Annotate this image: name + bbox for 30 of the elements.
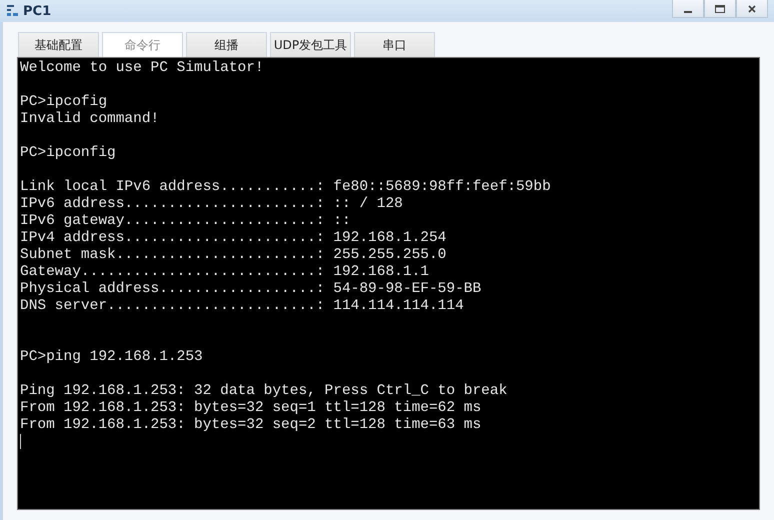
- terminal-line: Subnet mask.......................: 255.255.255.0: [20, 247, 448, 264]
- terminal-line: Gateway...........................: 192.168.1.1: [20, 264, 430, 281]
- maximize-icon: [714, 4, 726, 14]
- terminal-line: DNS server........................: 114.114.114.114: [20, 298, 465, 315]
- terminal-line: Welcome to use PC Simulator!: [20, 60, 265, 77]
- tab[interactable]: 命令行: [102, 32, 183, 57]
- terminal-line: Ping 192.168.1.253: 32 data bytes, Press Ctrl_C to break: [20, 383, 508, 400]
- terminal-line: Link local IPv6 address...........: fe80::5689:98ff:feef:59bb: [20, 179, 552, 196]
- tab[interactable]: UDP发包工具: [270, 32, 351, 57]
- terminal-line: PC>ipconfig: [20, 145, 117, 162]
- maximize-button[interactable]: [704, 0, 736, 18]
- tab[interactable]: 基础配置: [18, 32, 99, 57]
- text-cursor: [20, 434, 21, 449]
- terminal-line: IPv6 address......................: :: / 128: [20, 196, 404, 213]
- close-icon: [747, 4, 757, 14]
- terminal-line: Invalid command!: [20, 111, 160, 128]
- minimize-icon: [684, 10, 692, 12]
- terminal-line: IPv4 address......................: 192.168.1.254: [20, 230, 448, 247]
- tab[interactable]: 串口: [354, 32, 435, 57]
- close-button[interactable]: [736, 0, 768, 18]
- tab[interactable]: 组播: [186, 32, 267, 57]
- terminal-line: From 192.168.1.253: bytes=32 seq=2 ttl=128 time=63 ms: [20, 417, 482, 434]
- terminal-line: From 192.168.1.253: bytes=32 seq=1 ttl=128 time=62 ms: [20, 400, 482, 417]
- terminal-line: Physical address..................: 54-89-98-EF-59-BB: [20, 281, 482, 298]
- terminal-line: IPv6 gateway......................: ::: [20, 213, 352, 230]
- minimize-button[interactable]: [672, 0, 704, 18]
- terminal-line: PC>ping 192.168.1.253: [20, 349, 204, 366]
- terminal-line: PC>ipcofig: [20, 94, 108, 111]
- network-icon: [6, 4, 20, 18]
- window-title: PC1: [23, 4, 52, 18]
